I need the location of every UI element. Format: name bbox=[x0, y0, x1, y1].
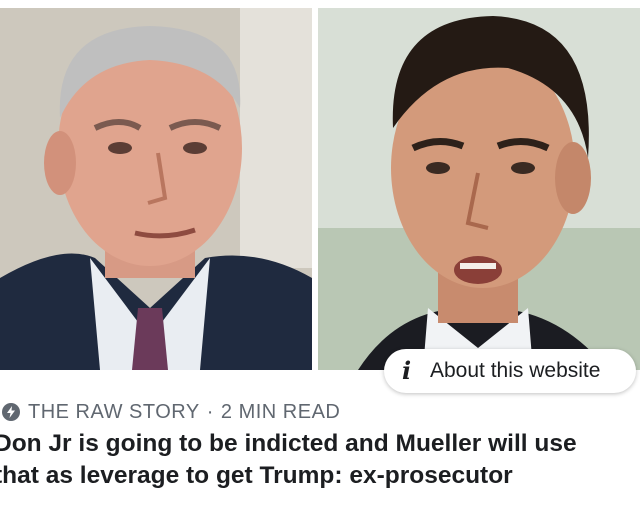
portrait-photo-right bbox=[318, 8, 640, 370]
link-preview-card[interactable]: i About this website THE RAW STORY · 2 M… bbox=[0, 0, 640, 510]
headline-line-1: Don Jr is going to be indicted and Muell… bbox=[0, 430, 577, 457]
source-name: THE RAW STORY bbox=[28, 400, 200, 423]
article-headline[interactable]: Don Jr is going to be indicted and Muell… bbox=[0, 428, 634, 492]
article-image[interactable] bbox=[0, 8, 640, 370]
article-meta: THE RAW STORY · 2 MIN READ bbox=[0, 398, 340, 426]
portrait-photo-left bbox=[0, 8, 312, 370]
read-time: 2 MIN READ bbox=[220, 400, 341, 423]
headline-line-2: that as leverage to get Trump: ex-prosec… bbox=[0, 462, 513, 489]
meta-separator: · bbox=[206, 400, 214, 423]
info-i-icon: i bbox=[402, 356, 412, 385]
about-this-website-label: About this website bbox=[430, 359, 601, 382]
instant-article-bolt-icon bbox=[2, 403, 20, 421]
about-this-website-button[interactable]: i About this website bbox=[384, 349, 636, 393]
